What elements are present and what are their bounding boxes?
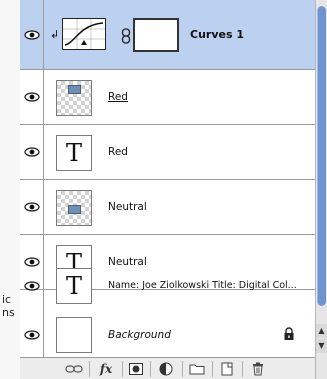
new-layer-button[interactable] (216, 361, 238, 377)
toolbar-separator (150, 361, 151, 377)
toolbar-separator (122, 361, 123, 377)
layer-name[interactable]: Red (108, 70, 308, 125)
layer-thumbnail[interactable] (56, 317, 92, 353)
layer-row-curves-1[interactable]: ↲ Curves 1 (20, 0, 315, 70)
curves-adjustment-icon[interactable] (62, 18, 106, 50)
layer-mask-thumbnail[interactable] (133, 18, 179, 52)
eye-icon (23, 29, 40, 40)
layer-name[interactable]: Name: Joe Ziolkowski Title: Digital Col.… (108, 258, 313, 313)
scrollbar-thumb[interactable] (317, 6, 326, 306)
layer-name[interactable]: Curves 1 (190, 0, 327, 70)
toolbar-separator (89, 361, 90, 377)
left-text-fragment: ns (2, 306, 15, 319)
layers-toolbar: fx (20, 357, 315, 379)
chain-link-icon (121, 28, 131, 44)
add-mask-icon (129, 363, 143, 375)
visibility-toggle[interactable] (20, 313, 44, 357)
layer-name[interactable]: Neutral (108, 180, 308, 235)
visibility-toggle[interactable] (20, 0, 44, 69)
toolbar-separator (212, 361, 213, 377)
add-mask-button[interactable] (126, 361, 146, 377)
text-layer-icon[interactable]: T (56, 268, 92, 304)
left-text-fragment: ic (2, 293, 12, 306)
image-thumbnail-icon (68, 85, 81, 94)
eye-icon (23, 147, 40, 157)
visibility-toggle[interactable] (20, 70, 44, 124)
layer-row-neutral-image[interactable]: Neutral (20, 180, 315, 235)
layers-panel: ↲ Curves 1 Red T Red Neutral T Neutral T… (20, 0, 315, 379)
link-layers-icon (65, 365, 83, 373)
scroll-down-arrow-icon[interactable]: ▼ (316, 339, 327, 353)
toolbar-separator (242, 361, 243, 377)
delete-layer-button[interactable] (246, 361, 270, 377)
layer-name[interactable]: Background (108, 313, 308, 357)
fx-icon: fx (99, 362, 113, 376)
eye-icon (23, 92, 40, 102)
new-group-button[interactable] (186, 361, 208, 377)
text-layer-icon[interactable]: T (56, 135, 92, 171)
visibility-toggle[interactable] (20, 180, 44, 234)
layer-thumbnail[interactable] (56, 80, 92, 116)
scrollbar[interactable]: ▲ ▼ (315, 0, 327, 379)
trash-icon (253, 362, 263, 376)
adjustment-layer-icon (159, 362, 173, 376)
layer-row-red-image[interactable]: Red (20, 70, 315, 125)
layer-style-button[interactable]: fx (93, 361, 119, 377)
layer-name[interactable]: Red (108, 125, 308, 180)
adjustment-layer-button[interactable] (154, 361, 178, 377)
eye-icon (23, 330, 40, 340)
toolbar-separator (182, 361, 183, 377)
visibility-toggle[interactable] (20, 258, 44, 313)
layer-row-red-text[interactable]: T Red (20, 125, 315, 180)
eye-icon (23, 202, 40, 212)
lock-icon (284, 327, 294, 340)
clipping-arrow-icon: ↲ (50, 28, 60, 41)
visibility-toggle[interactable] (20, 125, 44, 179)
left-panel-edge: ic ns (0, 0, 21, 379)
layer-row-name-text[interactable]: T Name: Joe Ziolkowski Title: Digital Co… (20, 258, 315, 314)
link-layers-button[interactable] (62, 361, 86, 377)
layer-thumbnail[interactable] (56, 190, 92, 226)
new-layer-icon (221, 362, 233, 376)
scroll-up-arrow-icon[interactable]: ▲ (316, 324, 327, 338)
eye-icon (23, 280, 40, 291)
new-group-icon (189, 364, 205, 375)
layer-row-background[interactable]: Background (20, 313, 315, 357)
image-thumbnail-icon (68, 205, 81, 214)
